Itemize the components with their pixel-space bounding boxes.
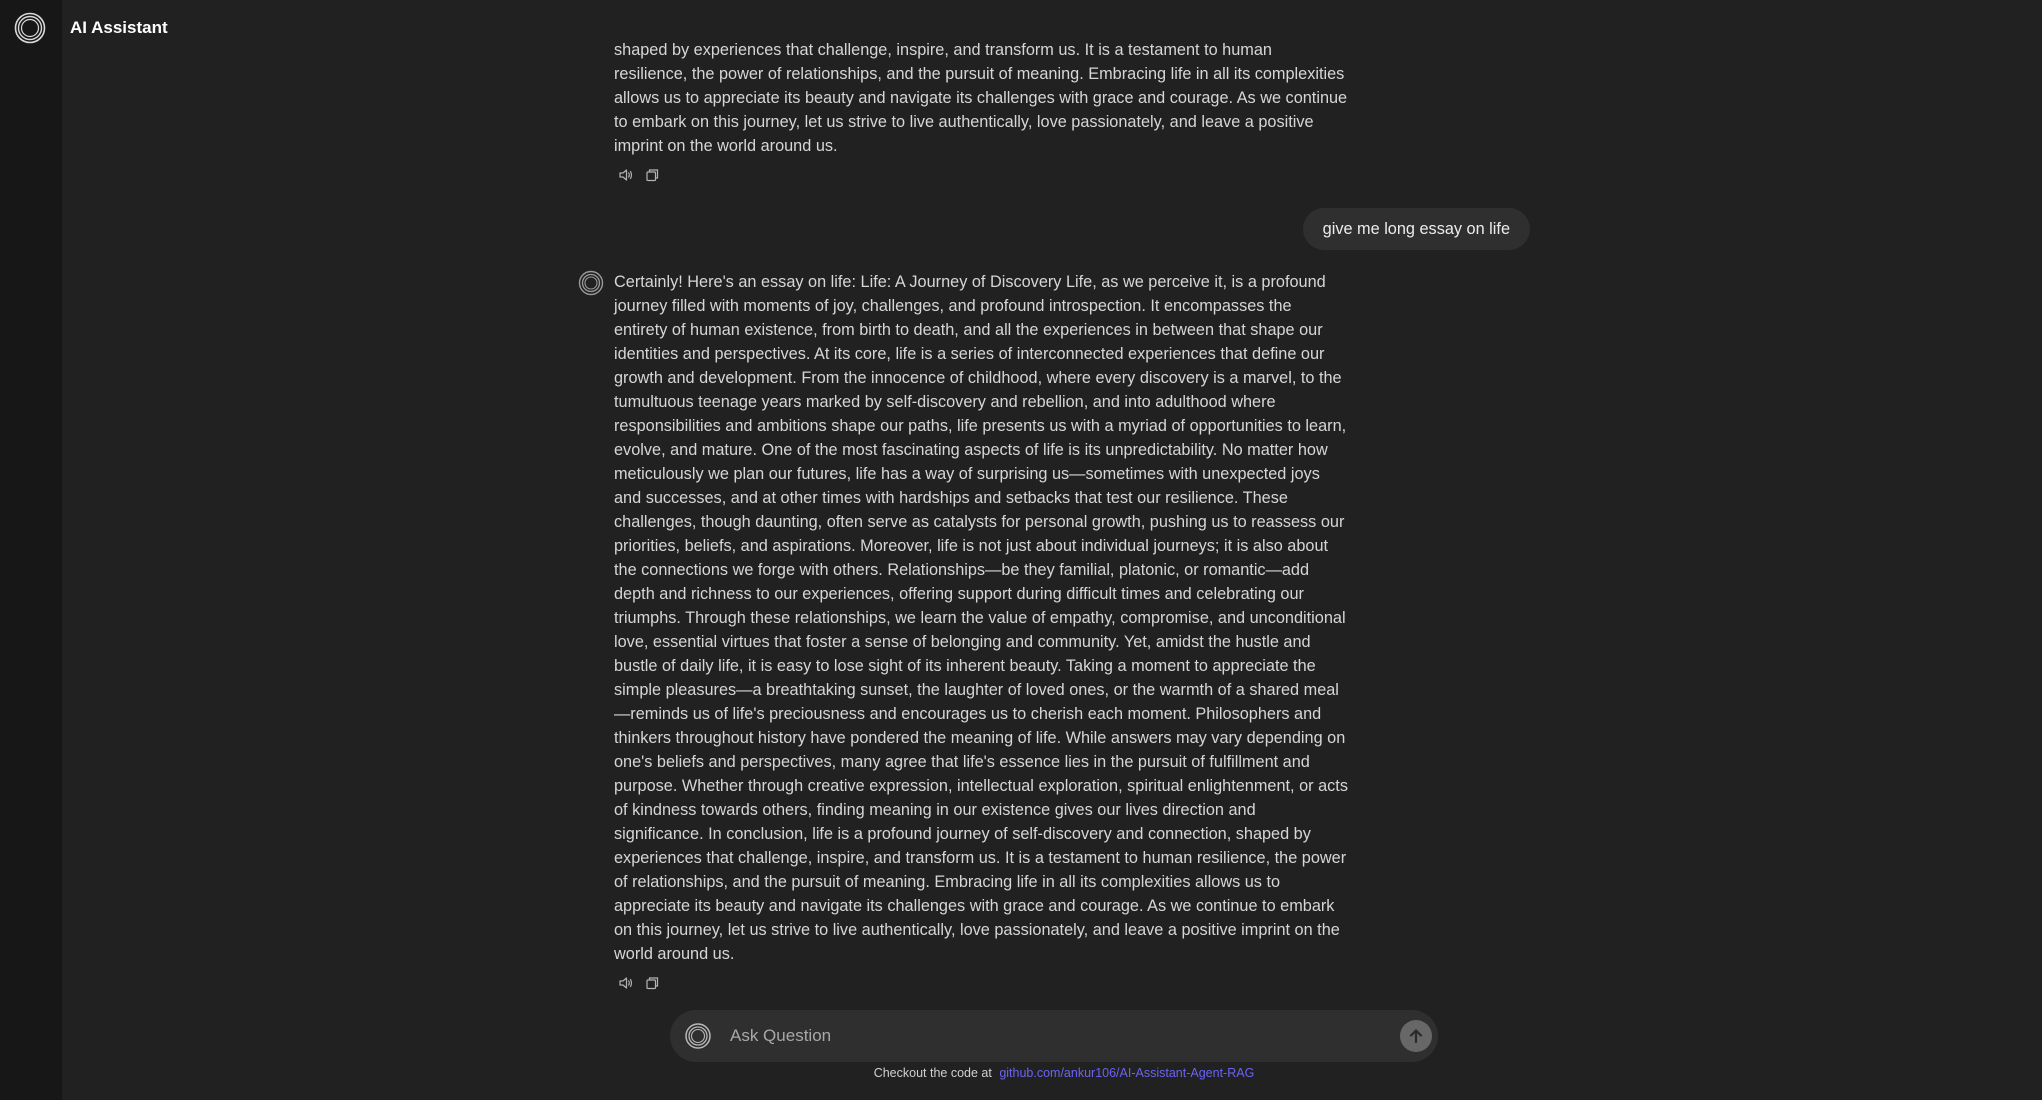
github-link[interactable]: github.com/ankur106/AI-Assistant-Agent-R… xyxy=(999,1066,1254,1080)
arrow-up-icon xyxy=(1407,1027,1425,1045)
composer-logo-icon xyxy=(684,1022,712,1050)
app-logo-icon xyxy=(14,12,46,44)
assistant-message-text: shaped by experiences that challenge, in… xyxy=(614,41,1348,155)
footer-text: Checkout the code at xyxy=(873,1066,992,1080)
ask-question-input[interactable] xyxy=(728,1025,1400,1047)
assistant-avatar-icon xyxy=(578,270,604,296)
send-button[interactable] xyxy=(1400,1020,1432,1052)
app-title: AI Assistant xyxy=(70,18,168,37)
assistant-message-previous: shaped by experiences that challenge, in… xyxy=(578,38,1348,184)
speaker-icon[interactable] xyxy=(618,167,634,183)
message-actions xyxy=(618,974,1348,992)
copy-icon[interactable] xyxy=(644,975,660,991)
user-message: give me long essay on life xyxy=(1302,208,1530,250)
copy-icon[interactable] xyxy=(644,167,660,183)
footer: Checkout the code at github.com/ankur106… xyxy=(0,1066,2042,1080)
composer xyxy=(670,1010,1438,1062)
conversation: shaped by experiences that challenge, in… xyxy=(0,0,2042,1000)
assistant-message: Certainly! Here's an essay on life: Life… xyxy=(578,270,1348,992)
message-actions xyxy=(618,166,1348,184)
assistant-message-text: Certainly! Here's an essay on life: Life… xyxy=(614,273,1348,963)
speaker-icon[interactable] xyxy=(618,975,634,991)
header: AI Assistant xyxy=(0,0,168,56)
